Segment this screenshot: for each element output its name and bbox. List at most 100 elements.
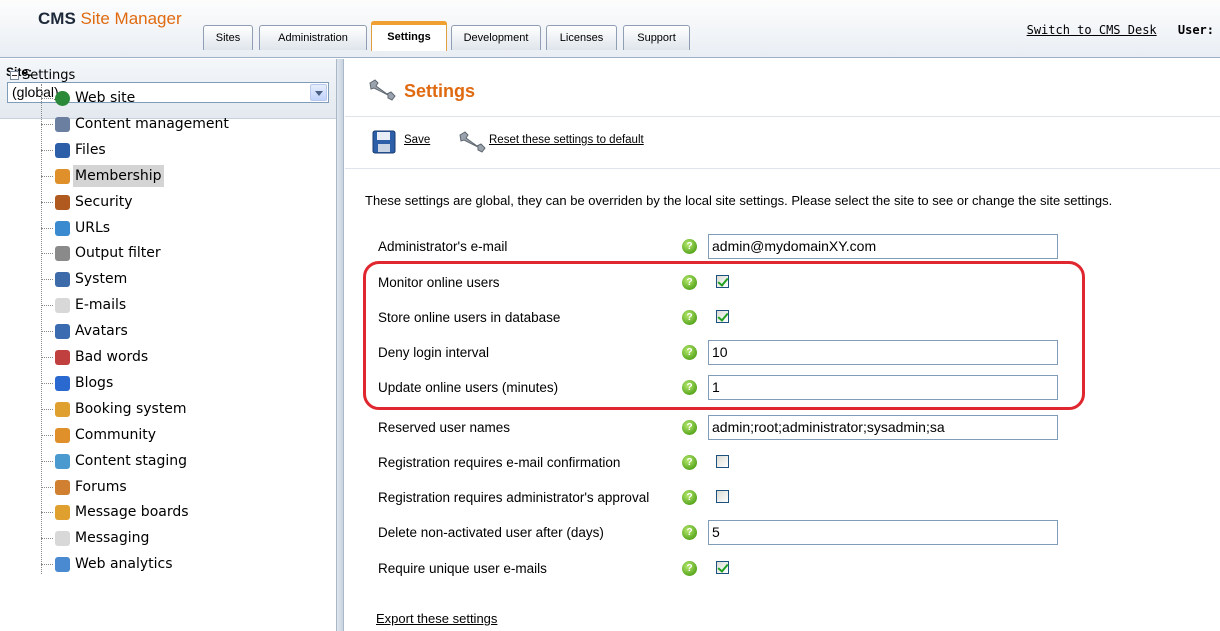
urls-icon	[55, 220, 70, 236]
sidebar-item-label: Avatars	[75, 323, 128, 340]
tab-support[interactable]: Support	[623, 25, 690, 50]
sidebar-item-label: Membership	[73, 164, 164, 187]
messaging-icon	[55, 531, 70, 547]
user-icon	[55, 168, 70, 184]
forums-icon	[55, 479, 70, 495]
sidebar-item-label: Content staging	[75, 452, 188, 469]
logo-cms: CMS	[38, 9, 76, 28]
help-icon[interactable]: ?	[682, 420, 697, 435]
sidebar-item-label: Community	[75, 426, 157, 443]
tree-branch-line	[41, 408, 53, 410]
header-right: Switch to CMS Desk User:	[1027, 23, 1214, 37]
analytics-icon	[55, 557, 70, 573]
page-title: Settings	[404, 81, 476, 101]
sidebar-item-label: Content management	[75, 115, 229, 132]
global-settings-info: These settings are global, they can be o…	[365, 193, 1113, 208]
switch-to-cms-desk-link[interactable]: Switch to CMS Desk	[1027, 23, 1157, 37]
app-logo: CMS Site Manager	[38, 9, 182, 29]
tree-branch-line	[41, 123, 53, 125]
tree-root-label: Settings	[22, 68, 76, 83]
setting-text-input[interactable]: admin;root;administrator;sysadmin;sa	[708, 415, 1058, 440]
user-label: User:	[1177, 23, 1214, 37]
tree-branch-line	[41, 253, 53, 255]
tree-branch-line	[41, 149, 53, 151]
tree-branch-line	[41, 357, 53, 358]
tab-sites[interactable]: Sites	[203, 25, 253, 50]
tree-branch-line	[41, 305, 53, 307]
setting-text-input[interactable]: 5	[708, 520, 1058, 545]
tree-branch-line	[41, 382, 53, 384]
tree-branch-line	[41, 486, 53, 488]
chevron-down-icon[interactable]	[310, 84, 327, 101]
sidebar-item-label: Files	[75, 141, 106, 158]
setting-label: Registration requires e-mail confirmatio…	[378, 455, 621, 470]
save-button[interactable]: Save	[404, 134, 430, 146]
help-icon[interactable]: ?	[682, 490, 697, 505]
setting-label: Administrator's e-mail	[378, 239, 508, 254]
help-icon[interactable]: ?	[682, 239, 697, 254]
booking-icon	[55, 401, 70, 417]
reset-to-default-link[interactable]: Reset these settings to default	[489, 134, 644, 146]
floppy-icon	[55, 142, 70, 158]
sidebar-item-label: Booking system	[75, 400, 187, 417]
tree-branch-line	[41, 460, 53, 462]
staging-icon	[55, 453, 70, 469]
tab-development[interactable]: Development	[451, 25, 541, 50]
collapse-icon[interactable]	[10, 71, 19, 80]
tree-branch-line	[41, 279, 53, 281]
tree-branch-line	[41, 538, 53, 540]
panel-splitter[interactable]	[336, 59, 344, 631]
setting-checkbox[interactable]	[716, 490, 729, 503]
setting-text-input[interactable]: admin@mydomainXY.com	[708, 234, 1058, 259]
tree-branch-line	[41, 175, 53, 177]
tree-line	[41, 84, 42, 574]
wrench-icon	[369, 79, 396, 101]
globe-icon	[55, 91, 70, 106]
tree-branch-line	[41, 331, 53, 333]
setting-label: Reserved user names	[378, 420, 511, 435]
setting-row: Registration requires administrator's ap…	[345, 484, 1220, 514]
tree-branch-line	[41, 564, 53, 566]
bad-words-icon	[55, 350, 70, 365]
floppy-save-icon[interactable]	[372, 130, 396, 154]
sidebar-item-label: Messaging	[75, 530, 150, 547]
help-icon[interactable]: ?	[682, 525, 697, 540]
computer-icon	[55, 272, 70, 288]
setting-row: Require unique user e-mails?	[345, 555, 1220, 585]
setting-row: Delete non-activated user after (days)? 5	[345, 519, 1220, 549]
setting-row: Reserved user names? admin;root;administr…	[345, 414, 1220, 444]
sidebar-item-label: Message boards	[75, 504, 189, 521]
sidebar-item-label: Web analytics	[75, 556, 173, 573]
setting-label: Delete non-activated user after (days)	[378, 525, 604, 540]
tab-administration[interactable]: Administration	[259, 25, 367, 50]
tree-branch-line	[41, 98, 53, 99]
title-bar: Settings	[345, 59, 1220, 117]
tree-branch-line	[41, 227, 53, 229]
sidebar-item-label: System	[75, 271, 128, 288]
left-panel: Site: (global)	[0, 59, 336, 631]
message-board-icon	[55, 505, 70, 521]
tab-settings[interactable]: Settings	[371, 21, 447, 51]
tree-branch-line	[41, 201, 53, 203]
help-icon[interactable]: ?	[682, 455, 697, 470]
export-settings-link[interactable]: Export these settings	[376, 611, 497, 626]
tree-root-settings[interactable]: Settings	[10, 68, 75, 83]
online-users-highlight	[363, 261, 1085, 410]
setting-checkbox[interactable]	[716, 561, 729, 574]
filter-icon	[55, 246, 70, 262]
community-icon	[55, 427, 70, 443]
tab-licenses[interactable]: Licenses	[546, 25, 617, 50]
reset-wrench-icon[interactable]	[457, 131, 487, 153]
avatar-icon	[55, 324, 70, 340]
content-management-icon	[55, 116, 70, 132]
security-icon	[55, 194, 70, 210]
envelope-icon	[55, 298, 70, 314]
blog-icon	[55, 375, 70, 391]
setting-label: Require unique user e-mails	[378, 561, 547, 576]
help-icon[interactable]: ?	[682, 561, 697, 576]
setting-checkbox[interactable]	[716, 455, 729, 468]
sidebar-item-label: Security	[75, 193, 133, 210]
setting-row: Administrator's e-mail? admin@mydomainXY.…	[345, 233, 1220, 263]
sidebar-item-label: E-mails	[75, 297, 127, 314]
sidebar-item-label: URLs	[75, 219, 111, 236]
